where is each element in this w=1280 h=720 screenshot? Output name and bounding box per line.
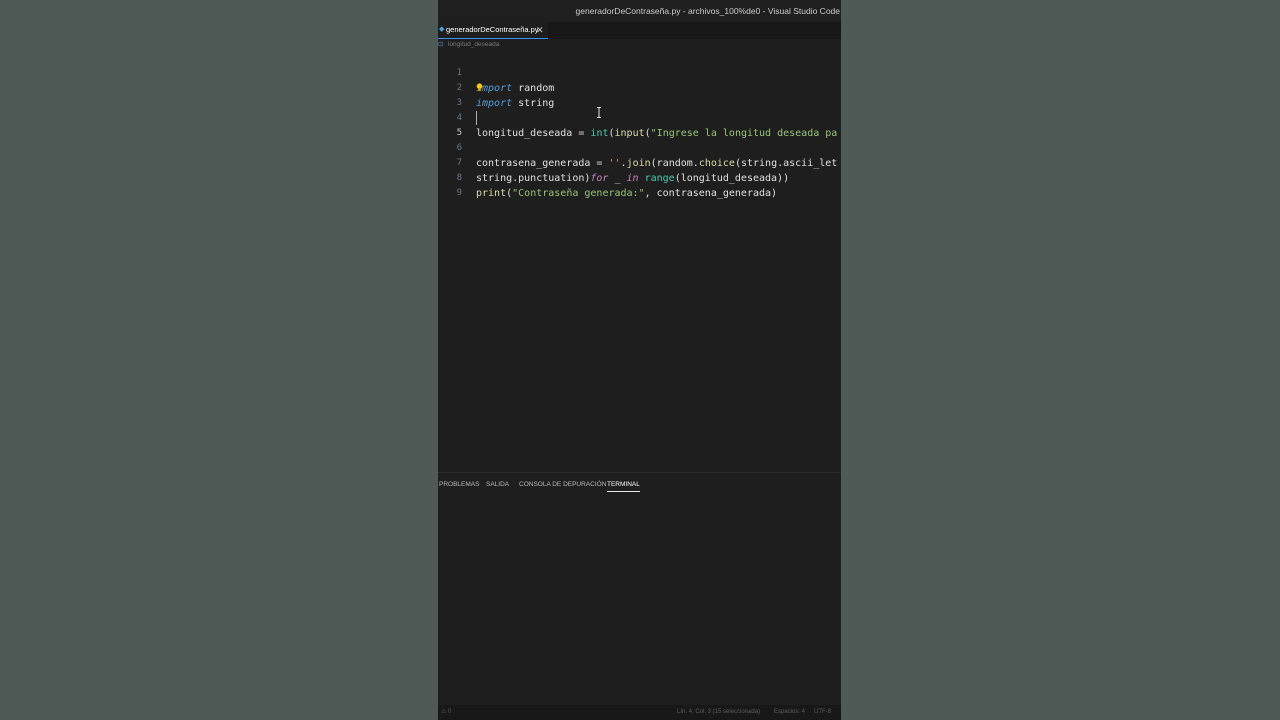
editor-tab-bar: ◆ generadorDeContraseña.py ✕ xyxy=(438,22,841,39)
panel-tab-bar: PROBLEMAS SALIDA CONSOLA DE DEPURACIÓN T… xyxy=(438,473,841,495)
indentation-status[interactable]: Espacios: 4 xyxy=(774,705,805,720)
tab-terminal[interactable]: TERMINAL xyxy=(607,480,640,492)
python-file-icon: ◆ xyxy=(439,26,445,33)
editor-tab-active[interactable]: ◆ generadorDeContraseña.py ✕ xyxy=(438,22,548,39)
vscode-window: generadorDeContraseña.py - archivos_100%… xyxy=(438,0,841,720)
breadcrumb: ⊡ longitud_deseada xyxy=(438,39,841,50)
status-bar: ⚠ 0 Lín. 4, Col. 3 (15 seleccionada) Esp… xyxy=(438,705,841,720)
tab-output[interactable]: SALIDA xyxy=(486,480,509,489)
close-icon[interactable]: ✕ xyxy=(536,22,544,38)
code-line[interactable]: 7 string.punctuation)for _ in range(long… xyxy=(438,141,841,184)
code-line[interactable]: 6 contrasena_generada = ''.join(random.c… xyxy=(438,126,841,169)
tab-problems[interactable]: PROBLEMAS xyxy=(439,480,479,489)
cursor-position-status[interactable]: Lín. 4, Col. 3 (15 seleccionada) xyxy=(677,705,760,720)
code-line-active[interactable]: 5 xyxy=(438,111,841,138)
window-title: generadorDeContraseña.py - archivos_100%… xyxy=(575,6,840,16)
code-line[interactable]: 4 longitud_deseada = int(input("Ingrese … xyxy=(438,96,841,139)
breadcrumb-symbol[interactable]: longitud_deseada xyxy=(448,39,499,50)
bottom-panel: PROBLEMAS SALIDA CONSOLA DE DEPURACIÓN T… xyxy=(438,472,841,706)
mouse-ibeam-cursor-icon xyxy=(597,107,601,118)
line-text: print("Contraseña generada:", contrasena… xyxy=(476,188,778,199)
text-cursor xyxy=(476,111,477,125)
code-editor[interactable]: 1 import random 2 import string 3 4 long… xyxy=(438,50,841,472)
code-line[interactable]: 1 import random xyxy=(438,51,841,94)
tab-debug-console[interactable]: CONSOLA DE DEPURACIÓN xyxy=(519,480,606,489)
encoding-status[interactable]: UTF-8 xyxy=(814,705,831,720)
code-line[interactable]: 8 print("Contraseña generada:", contrase… xyxy=(438,156,841,199)
terminal-area[interactable] xyxy=(438,495,841,706)
code-line[interactable]: 9 xyxy=(438,171,841,198)
title-bar: generadorDeContraseña.py - archivos_100%… xyxy=(438,0,841,22)
tab-filename: generadorDeContraseña.py xyxy=(446,25,539,34)
problems-status[interactable]: ⚠ 0 xyxy=(441,705,451,720)
line-number: 9 xyxy=(456,188,462,198)
lightbulb-icon[interactable] xyxy=(476,83,483,92)
code-line[interactable]: 3 xyxy=(438,81,841,108)
code-line[interactable]: 2 import string xyxy=(438,66,841,109)
variable-symbol-icon: ⊡ xyxy=(438,41,444,48)
